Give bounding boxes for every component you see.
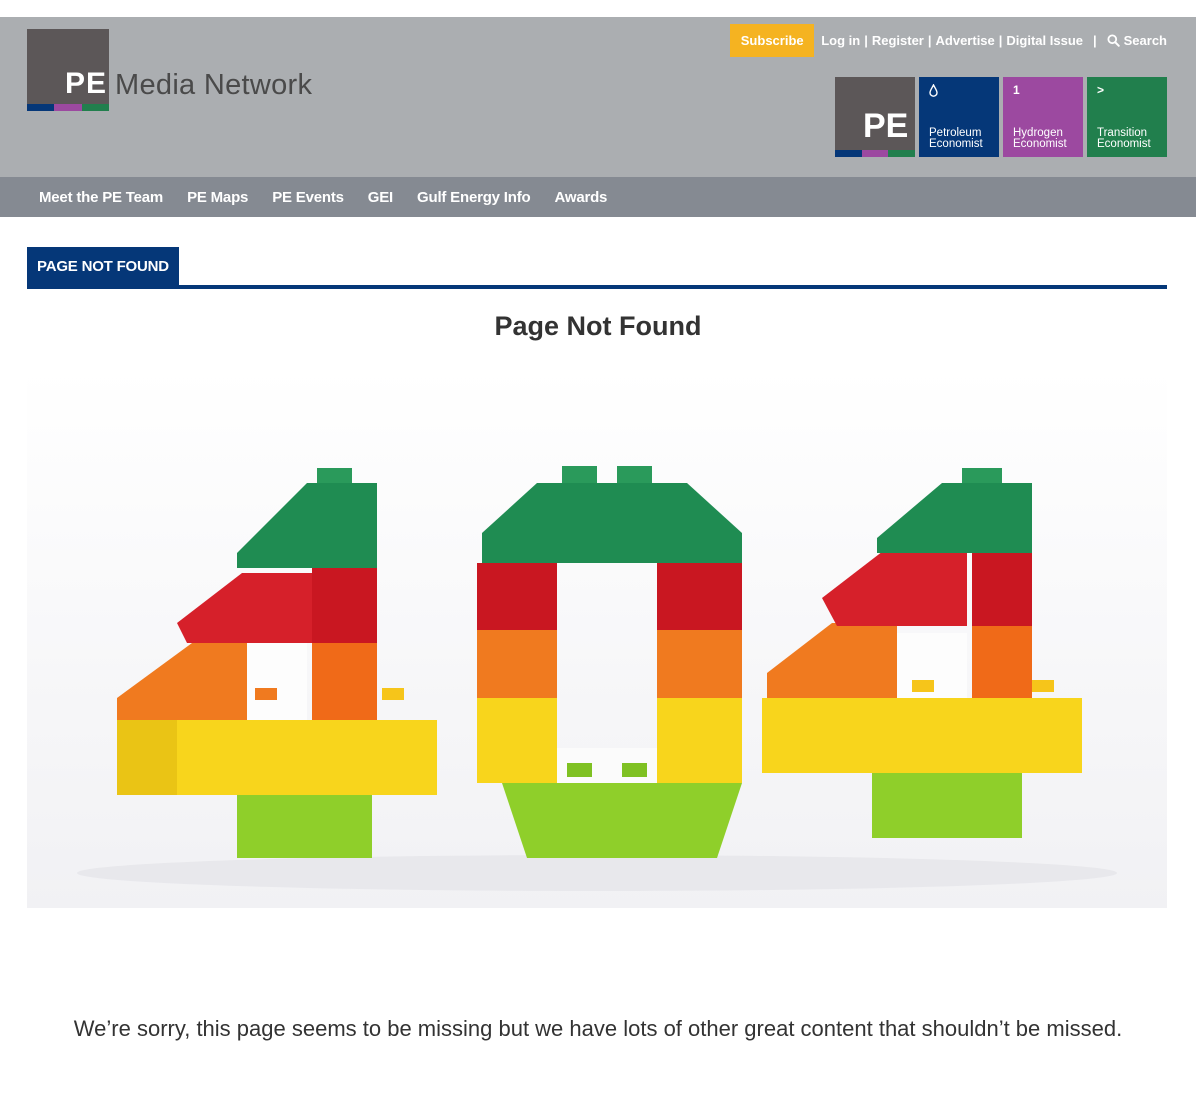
subscribe-button[interactable]: Subscribe <box>730 24 815 57</box>
login-link[interactable]: Log in <box>821 33 860 48</box>
page-title: Page Not Found <box>494 311 702 341</box>
site-header: PE Media Network Subscribe Log in | Regi… <box>0 17 1196 177</box>
logo-stripes <box>27 104 109 111</box>
nav-item-gei[interactable]: GEI <box>368 189 393 206</box>
nav-item-pe-events[interactable]: PE Events <box>272 189 344 206</box>
divider: | <box>864 33 868 48</box>
transition-glyph-icon: > <box>1097 83 1105 97</box>
utility-bar: Subscribe Log in | Register | Advertise … <box>730 24 1167 57</box>
brand-hydrogen-label: Hydrogen Economist <box>1013 127 1067 150</box>
brand-tile-transition-economist[interactable]: > Transition Economist <box>1087 77 1167 157</box>
divider: | <box>998 33 1003 48</box>
brand-pe-stripes <box>835 150 916 157</box>
main-nav: Meet the PE Team PE Maps PE Events GEI G… <box>0 177 1196 217</box>
logo-pe-text: PE <box>65 67 108 100</box>
brand-tile-petroleum-economist[interactable]: Petroleum Economist <box>919 77 999 157</box>
section-header: PAGE NOT FOUND <box>27 247 1167 289</box>
hydrogen-glyph-icon: 1 <box>1013 83 1020 97</box>
lego-404-illustration <box>27 368 1167 908</box>
logo-mark: PE <box>27 29 109 111</box>
utility-links: Log in | Register | Advertise | Digital … <box>821 33 1167 48</box>
nav-item-awards[interactable]: Awards <box>554 189 607 206</box>
brand-tiles: PE Petroleum Economist 1 Hydrogen Economis… <box>835 77 1167 157</box>
droplet-icon <box>929 84 938 97</box>
register-link[interactable]: Register <box>872 33 924 48</box>
hero-image-404 <box>27 368 1167 908</box>
nav-item-meet-the-pe-team[interactable]: Meet the PE Team <box>39 189 163 206</box>
divider: | <box>927 33 932 48</box>
search-label: Search <box>1123 33 1167 48</box>
missing-page-message: We’re sorry, this page seems to be missi… <box>73 1016 1123 1041</box>
site-logo[interactable]: PE Media Network <box>27 29 312 111</box>
brand-pe-text: PE <box>863 107 909 145</box>
brand-transition-label: Transition Economist <box>1097 127 1151 150</box>
digital-issue-link[interactable]: Digital Issue <box>1006 33 1083 48</box>
search-link[interactable]: Search <box>1107 33 1167 48</box>
section-tab: PAGE NOT FOUND <box>27 247 179 285</box>
advertise-link[interactable]: Advertise <box>936 33 995 48</box>
nav-item-pe-maps[interactable]: PE Maps <box>187 189 248 206</box>
search-icon <box>1107 34 1120 47</box>
divider: | <box>1092 33 1097 48</box>
brand-petroleum-label: Petroleum Economist <box>929 127 983 150</box>
brand-tile-hydrogen-economist[interactable]: 1 Hydrogen Economist <box>1003 77 1083 157</box>
brand-tile-pe[interactable]: PE <box>835 77 916 157</box>
logo-name: Media Network <box>115 69 313 101</box>
nav-item-gulf-energy-info[interactable]: Gulf Energy Info <box>417 189 531 206</box>
top-strip <box>0 0 1196 17</box>
